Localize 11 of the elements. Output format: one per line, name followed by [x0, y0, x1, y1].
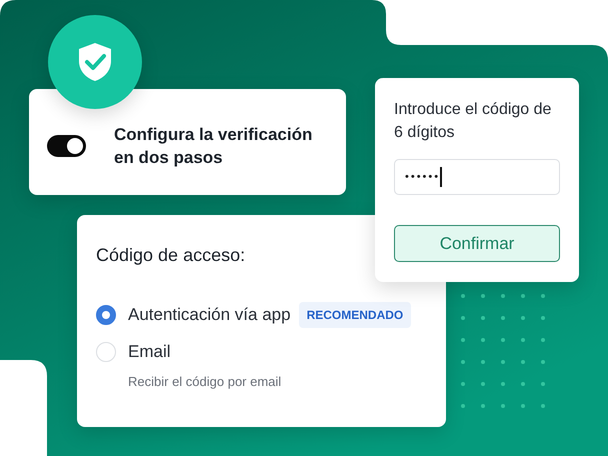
access-title: Código de acceso: [96, 245, 246, 266]
option-hint: Recibir el código por email [128, 374, 282, 389]
confirm-button[interactable]: Confirmar [394, 225, 560, 262]
code-field[interactable]: •••••• [394, 159, 560, 195]
option-label: Autenticación vía app [128, 305, 291, 325]
setup-title: Configura la verificación en dos pasos [114, 124, 314, 169]
recommended-badge: RECOMENDADO [298, 302, 412, 328]
toggle-switch[interactable] [47, 135, 86, 157]
radio-button[interactable] [96, 305, 116, 325]
code-prompt: Introduce el código de 6 dígitos [394, 100, 552, 143]
option-label: Email [128, 342, 171, 362]
